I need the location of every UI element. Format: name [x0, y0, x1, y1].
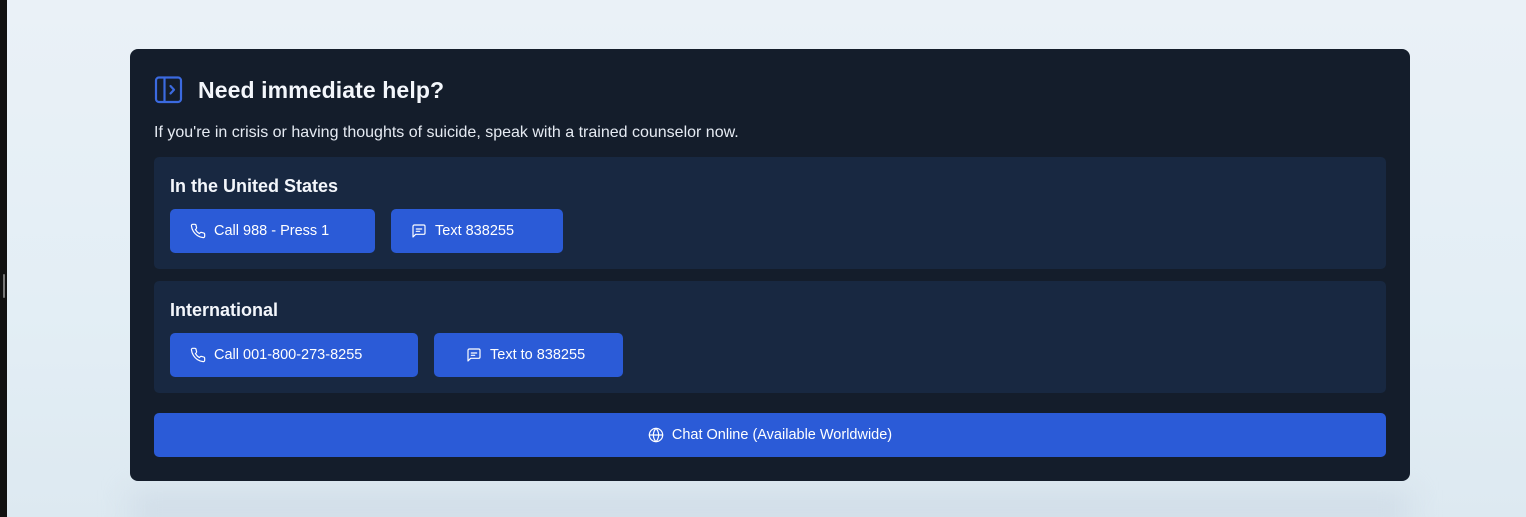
region-title: In the United States [170, 176, 339, 196]
card-header: Need immediate help? [154, 75, 444, 105]
message-icon [467, 348, 481, 362]
call-international-button[interactable]: Call 001-800-273-8255 [170, 333, 418, 377]
text-838255-button[interactable]: Text 838255 [391, 209, 563, 253]
region-international: International Call 001-800-273-8255 Text… [154, 281, 1386, 393]
phone-icon [190, 223, 206, 239]
call-988-button[interactable]: Call 988 - Press 1 [170, 209, 375, 253]
chat-online-button[interactable]: Chat Online (Available Worldwide) [154, 413, 1386, 457]
card-description: If you're in crisis or having thoughts o… [154, 124, 739, 141]
us-button-row: Call 988 - Press 1 Text 838255 [170, 209, 563, 253]
button-label: Call 001-800-273-8255 [214, 347, 363, 363]
button-label: Text to 838255 [490, 347, 586, 363]
region-united-states: In the United States Call 988 - Press 1 … [154, 157, 1386, 269]
button-label: Text 838255 [435, 223, 515, 239]
card-title: Need immediate help? [198, 76, 445, 103]
region-title: International [170, 300, 279, 320]
button-label: Call 988 - Press 1 [214, 223, 330, 239]
window-edge [0, 0, 7, 517]
text-to-838255-button[interactable]: Text to 838255 [434, 333, 623, 377]
phone-icon [190, 347, 206, 363]
message-icon [412, 224, 426, 238]
resize-handle[interactable] [3, 274, 5, 298]
international-button-row: Call 001-800-273-8255 Text to 838255 [170, 333, 623, 377]
chat-button-label: Chat Online (Available Worldwide) [671, 427, 893, 443]
card-shadow [130, 490, 1410, 517]
globe-icon [648, 427, 664, 443]
crisis-help-card: Need immediate help? If you're in crisis… [130, 49, 1410, 481]
sidebar-panel-icon [154, 76, 183, 104]
